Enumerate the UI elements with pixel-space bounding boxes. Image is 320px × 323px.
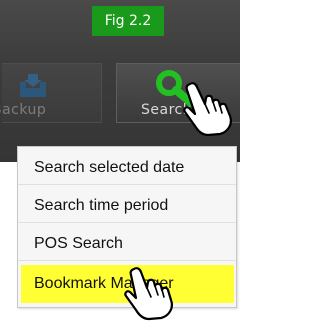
menu-item-search-time-period[interactable]: Search time period bbox=[18, 189, 236, 223]
search-dropdown-menu: Search selected date Search time period … bbox=[17, 146, 237, 308]
backup-button[interactable]: Backup bbox=[0, 63, 102, 123]
backup-icon bbox=[16, 72, 50, 104]
search-button[interactable]: Search bbox=[116, 63, 240, 123]
backup-button-label: Backup bbox=[0, 102, 47, 118]
toolbar: Backup Search Fig 2.2 bbox=[0, 0, 240, 162]
menu-item-pos-search[interactable]: POS Search bbox=[18, 227, 236, 261]
screenshot-root: Backup Search Fig 2.2 Search selected da… bbox=[0, 0, 240, 323]
menu-item-search-selected-date[interactable]: Search selected date bbox=[18, 151, 236, 185]
menu-item-bookmark-manager[interactable]: Bookmark Manager bbox=[21, 265, 234, 303]
figure-label: Fig 2.2 bbox=[92, 6, 164, 36]
search-button-label: Search bbox=[141, 102, 193, 118]
